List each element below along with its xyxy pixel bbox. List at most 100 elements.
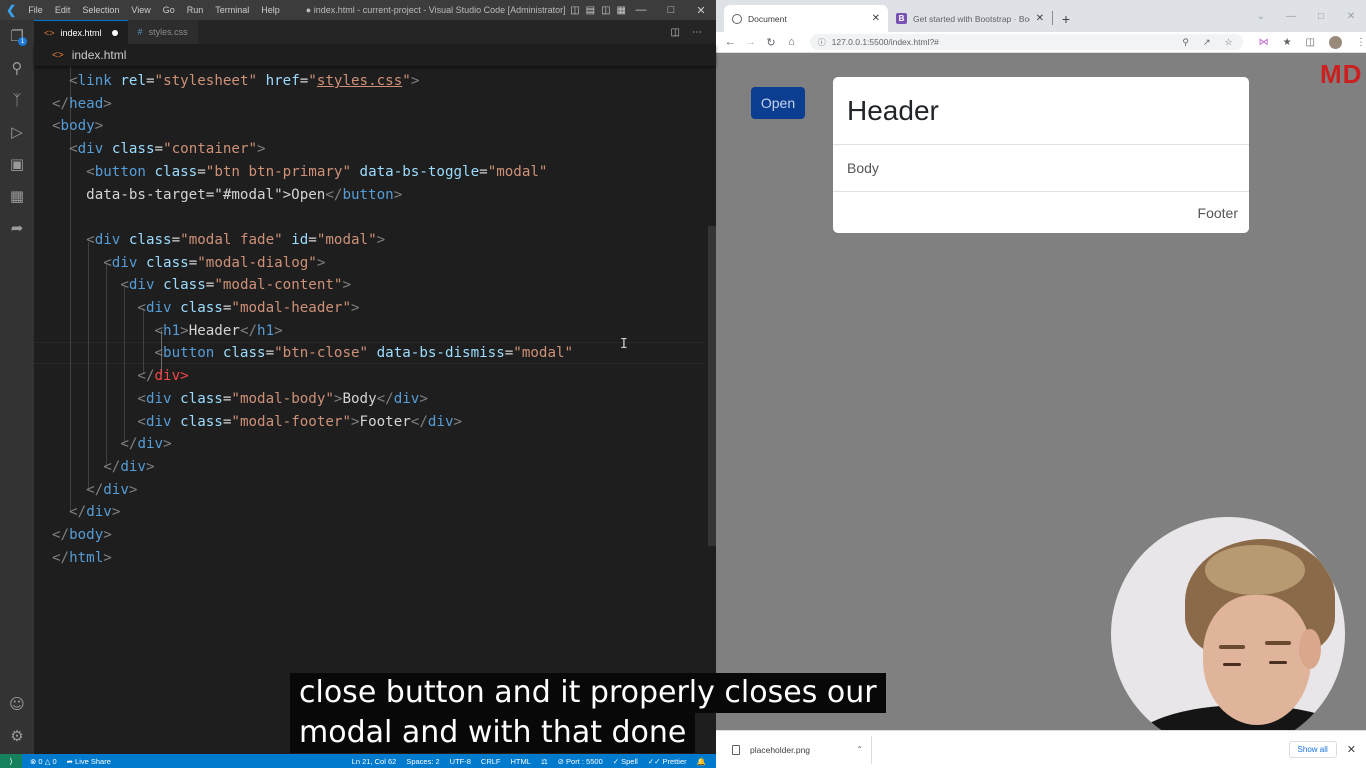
remote-indicator-icon[interactable]: ⟩ — [0, 754, 22, 768]
live-server-status[interactable]: ⊘ Port : 5500 — [558, 757, 603, 766]
code-line[interactable]: <div class="modal-dialog"> — [52, 252, 325, 274]
eol-status[interactable]: CRLF — [481, 757, 501, 766]
code-line[interactable]: <div class="modal-body">Body</div> — [52, 388, 427, 410]
code-line[interactable]: <div class="modal-footer">Footer</div> — [52, 411, 462, 433]
code-line[interactable]: data-bs-target="#modal">Open</button> — [52, 184, 402, 206]
toggle-sidebar-icon[interactable]: ◫ — [570, 5, 579, 16]
code-line[interactable]: <button class="btn btn-primary" data-bs-… — [52, 161, 547, 183]
code-line[interactable]: <body> — [52, 115, 103, 137]
menu-help[interactable]: Help — [255, 0, 286, 20]
minimize-icon[interactable]: — — [626, 4, 656, 17]
browser-menu-icon[interactable]: ⋮ — [1356, 37, 1366, 48]
search-icon[interactable]: ⚲ — [7, 58, 27, 78]
settings-gear-icon[interactable]: ⚙ — [7, 726, 27, 746]
code-line[interactable]: </head> — [52, 93, 112, 115]
extensions-icon[interactable]: ▦ — [7, 186, 27, 206]
browser-close-icon[interactable]: ✕ — [1336, 11, 1366, 22]
live-share-label: Live Share — [75, 756, 111, 766]
code-line[interactable]: <div class="modal-header"> — [52, 297, 359, 319]
code-editor[interactable]: <link rel="stylesheet" href="styles.css"… — [34, 66, 706, 754]
address-bar[interactable]: ⓘ 127.0.0.1:5500/index.html?# ⚲ ↗ ☆ — [809, 34, 1243, 50]
forward-arrow-icon[interactable]: → — [740, 36, 760, 48]
close-icon[interactable]: ✕ — [686, 4, 716, 17]
code-line[interactable]: <div class="modal fade" id="modal"> — [52, 229, 385, 251]
indentation-status[interactable]: Spaces: 2 — [406, 757, 439, 766]
breadcrumb-file[interactable]: index.html — [72, 48, 127, 62]
home-icon[interactable]: ⌂ — [781, 36, 801, 48]
menu-file[interactable]: File — [22, 0, 49, 20]
code-line[interactable]: <button class="btn-close" data-bs-dismis… — [52, 342, 574, 364]
browser-toolbar: ← → ↻ ⌂ ⓘ 127.0.0.1:5500/index.html?# ⚲ … — [716, 32, 1366, 53]
code-line[interactable]: </div> — [52, 479, 137, 501]
live-share-status[interactable]: ➦ Live Share — [67, 757, 111, 766]
extensions-puzzle-icon[interactable]: ★ — [1283, 37, 1292, 48]
profile-avatar[interactable] — [1328, 35, 1342, 49]
side-panel-icon[interactable]: ◫ — [1306, 37, 1315, 48]
presenter-brow — [1265, 641, 1291, 645]
extension-icon[interactable]: ⋈ — [1259, 37, 1269, 48]
share-icon[interactable]: ↗ — [1203, 37, 1211, 48]
code-line[interactable]: </div> — [52, 501, 120, 523]
code-line[interactable]: <div class="modal-content"> — [52, 274, 351, 296]
code-line[interactable]: </div> — [52, 365, 188, 387]
show-all-button[interactable]: Show all — [1288, 741, 1337, 758]
back-arrow-icon[interactable]: ← — [720, 36, 740, 48]
tab-close-icon[interactable]: ✕ — [1036, 13, 1044, 24]
toggle-panel-icon[interactable]: ▤ — [586, 5, 595, 16]
maximize-icon[interactable]: □ — [656, 4, 686, 17]
source-control-icon[interactable]: ᛉ — [7, 90, 27, 110]
code-line[interactable]: </body> — [52, 524, 112, 546]
run-debug-icon[interactable]: ▷ — [7, 122, 27, 142]
omnibox-actions: ⚲ ↗ ☆ — [1182, 37, 1242, 48]
download-bar-close-icon[interactable]: ✕ — [1347, 743, 1356, 756]
split-editor-icon[interactable]: ◫ — [671, 27, 680, 38]
menu-terminal[interactable]: Terminal — [209, 0, 255, 20]
menu-run[interactable]: Run — [181, 0, 210, 20]
menu-view[interactable]: View — [125, 0, 156, 20]
code-line[interactable]: <link rel="stylesheet" href="styles.css"… — [52, 70, 419, 92]
browser-tab-document[interactable]: Document ✕ — [724, 5, 888, 32]
notifications-bell-icon[interactable]: 🔔 — [697, 757, 706, 766]
browser-maximize-icon[interactable]: □ — [1306, 11, 1336, 22]
browser-tab-bootstrap[interactable]: B Get started with Bootstrap · Boo ✕ — [888, 5, 1052, 32]
code-line[interactable]: </div> — [52, 433, 171, 455]
customize-layout-icon[interactable]: ▦ — [617, 5, 626, 16]
browser-minimize-icon[interactable]: — — [1276, 11, 1306, 22]
open-modal-button[interactable]: Open — [751, 87, 805, 119]
code-line[interactable]: <div class="container"> — [52, 138, 266, 160]
live-share-icon[interactable]: ➦ — [7, 218, 27, 238]
code-line[interactable]: </div> — [52, 456, 154, 478]
problems-status[interactable]: ⊗ 0 △ 0 — [30, 757, 57, 766]
cursor-position[interactable]: Ln 21, Col 62 — [352, 757, 397, 766]
menu-go[interactable]: Go — [157, 0, 181, 20]
zoom-icon[interactable]: ⚲ — [1182, 37, 1189, 48]
scrollbar-thumb[interactable] — [708, 226, 716, 546]
more-actions-icon[interactable]: ⋯ — [692, 27, 702, 38]
prettier-status[interactable]: ✓✓ Prettier — [648, 757, 687, 766]
editor-scrollbar[interactable] — [706, 66, 716, 754]
tab-close-icon[interactable]: ✕ — [872, 13, 880, 24]
menu-selection[interactable]: Selection — [76, 0, 125, 20]
remote-explorer-icon[interactable]: ▣ — [7, 154, 27, 174]
encoding-status[interactable]: UTF-8 — [450, 757, 471, 766]
modal-header: Header — [833, 77, 1249, 145]
account-icon[interactable]: ☺ — [7, 694, 27, 714]
bookmark-star-icon[interactable]: ☆ — [1224, 37, 1232, 48]
toggle-secondary-sidebar-icon[interactable]: ◫ — [601, 5, 610, 16]
code-line[interactable]: <h1>Header</h1> — [52, 320, 283, 342]
tab-styles-css[interactable]: # styles.css — [127, 20, 198, 44]
language-mode[interactable]: HTML — [511, 757, 531, 766]
menu-edit[interactable]: Edit — [49, 0, 77, 20]
tab-search-chevron-icon[interactable]: ⌄ — [1246, 11, 1276, 22]
chevron-up-icon[interactable]: ⌃ — [856, 745, 871, 754]
tab-index-html[interactable]: <> index.html — [34, 20, 128, 44]
new-tab-plus-icon[interactable]: + — [1053, 5, 1079, 32]
spell-status[interactable]: ✓ Spell — [613, 757, 638, 766]
download-item[interactable]: placeholder.png ⌃ — [716, 735, 872, 764]
site-info-icon[interactable]: ⓘ — [818, 37, 826, 48]
formatter-icon[interactable]: ⚖ — [541, 757, 548, 766]
unsaved-dot-icon[interactable] — [111, 29, 118, 36]
window-controls: — □ ✕ — [626, 4, 716, 17]
code-line[interactable]: </html> — [52, 547, 112, 569]
reload-icon[interactable]: ↻ — [761, 36, 781, 49]
